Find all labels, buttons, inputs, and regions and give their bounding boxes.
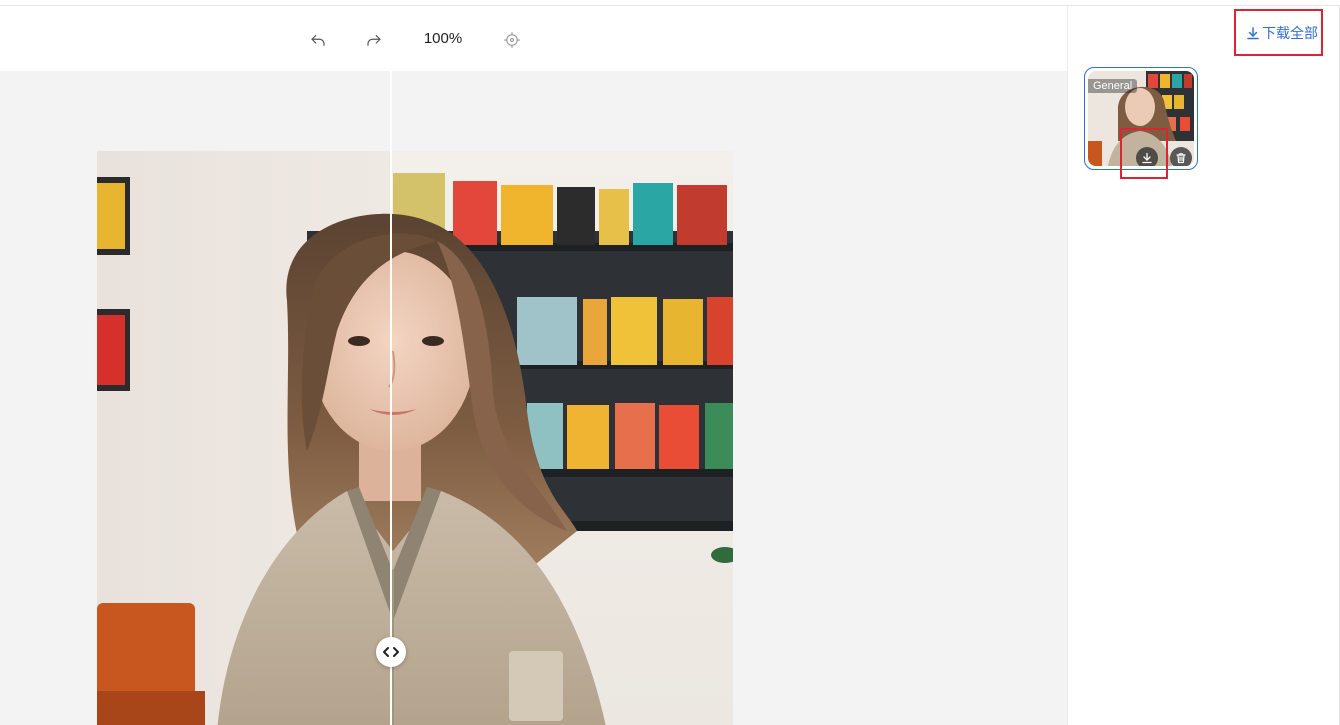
recenter-button[interactable] — [498, 26, 526, 54]
comparison-image — [97, 151, 733, 725]
comparison-slider-handle[interactable] — [376, 637, 406, 667]
highlight-box-download-all — [1234, 9, 1323, 56]
editor-area: 100% — [0, 6, 1067, 725]
trash-icon — [1176, 153, 1186, 164]
left-right-arrows-icon — [383, 647, 399, 657]
undo-icon — [311, 34, 325, 46]
zoom-level: 100% — [423, 30, 463, 47]
redo-button[interactable] — [360, 26, 388, 54]
image-canvas[interactable] — [0, 71, 1067, 725]
comparison-divider[interactable] — [390, 71, 392, 725]
results-panel: 下载全部 General — [1067, 6, 1340, 725]
editor-toolbar: 100% — [0, 6, 1067, 71]
result-tag: General — [1088, 79, 1138, 93]
highlight-box-result-download — [1120, 128, 1168, 179]
undo-button[interactable] — [304, 26, 332, 54]
portrait-photo — [97, 151, 733, 725]
redo-icon — [367, 34, 381, 46]
result-delete-button[interactable] — [1170, 147, 1192, 166]
crosshair-icon — [503, 31, 521, 49]
